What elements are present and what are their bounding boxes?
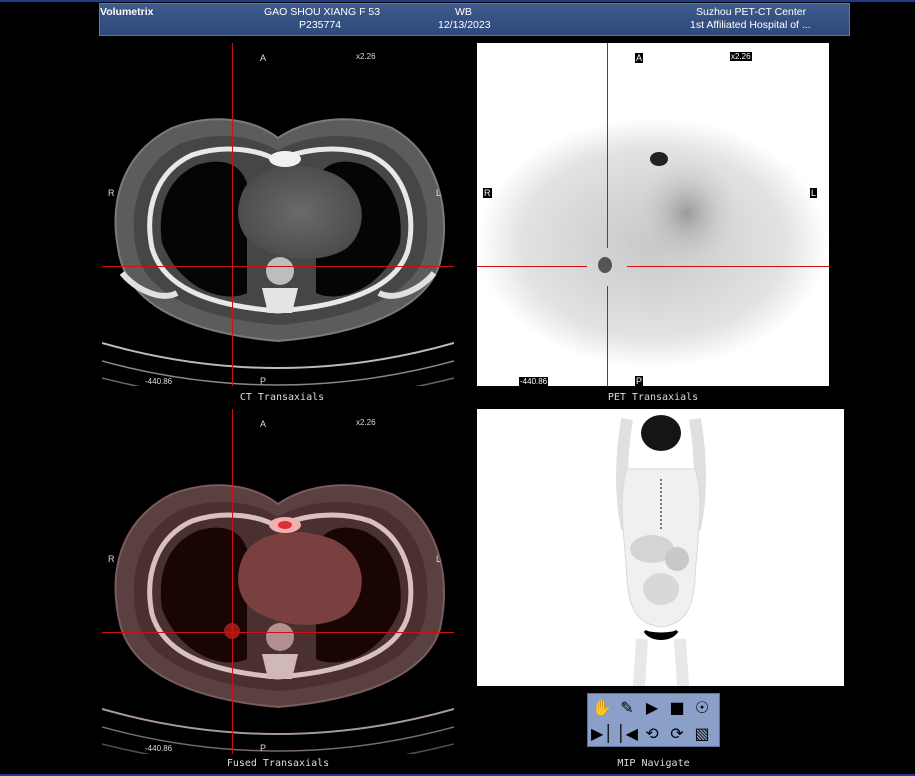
pet-viewport[interactable]: A P R L x2.26 -440.86: [477, 43, 829, 386]
hospital-name: 1st Affiliated Hospital of ...: [690, 19, 811, 31]
fused-viewport[interactable]: A P R L x2.26 -440.86: [102, 409, 454, 754]
hand-icon[interactable]: ✋: [590, 696, 614, 718]
pet-crosshair-vertical-bottom: [607, 286, 608, 386]
fused-orient-left: R: [108, 554, 115, 564]
fused-crosshair-horizontal: [102, 632, 454, 633]
play-icon[interactable]: ▶: [640, 696, 664, 718]
ct-zoom: x2.26: [356, 52, 376, 61]
step-prev-icon[interactable]: │◀: [615, 722, 639, 744]
fused-orient-top: A: [260, 419, 267, 429]
ct-image: [102, 118, 454, 386]
fused-zoom: x2.26: [356, 418, 376, 427]
pet-crosshair-vertical-top: [607, 43, 608, 248]
ct-viewport[interactable]: A P R L x2.26 -440.86: [102, 43, 454, 386]
navigation-control-panel: ✋ ✎ ▶ ■ ☉ ▶│ │◀ ⟲ ⟳ ▧: [587, 693, 720, 747]
scan-type: WB: [455, 6, 472, 18]
pet-zoom: x2.26: [730, 52, 752, 61]
pet-orient-top: A: [635, 53, 644, 63]
step-next-icon[interactable]: ▶│: [590, 722, 614, 744]
target-icon[interactable]: ☉: [690, 696, 714, 718]
ct-orient-left: R: [108, 188, 115, 198]
pet-orient-left: R: [483, 188, 492, 198]
mip-image: [616, 415, 706, 686]
ct-label: CT Transaxials: [239, 392, 325, 403]
pet-image: [478, 118, 828, 368]
fused-crosshair-vertical: [232, 409, 233, 754]
fused-orient-right: L: [436, 554, 442, 564]
ct-orient-bottom: P: [260, 376, 267, 386]
ct-level: -440.86: [145, 377, 173, 386]
fused-image: [102, 484, 454, 754]
patient-name: GAO SHOU XIANG F 53: [264, 6, 381, 18]
scan-date: 12/13/2023: [438, 19, 491, 31]
patient-header: Volumetrix GAO SHOU XIANG F 53 P235774 W…: [99, 3, 850, 36]
pet-crosshair-horizontal-right: [627, 266, 829, 267]
pet-label: PET Transaxials: [607, 392, 699, 403]
top-frame-line: [0, 0, 915, 2]
pet-crosshair-horizontal-left: [477, 266, 587, 267]
fused-level: -440.86: [145, 744, 173, 753]
export-icon[interactable]: ▧: [690, 722, 714, 744]
fused-label: Fused Transaxials: [226, 758, 330, 769]
ct-orient-top: A: [260, 53, 267, 63]
pet-orient-bottom: P: [635, 376, 644, 386]
ct-orient-right: L: [436, 188, 442, 198]
pet-level: -440.86: [519, 377, 549, 386]
brush-icon[interactable]: ✎: [615, 696, 639, 718]
fused-orient-bottom: P: [260, 743, 267, 753]
mip-label: MIP Navigate: [617, 758, 690, 769]
center-name: Suzhou PET-CT Center: [696, 6, 807, 18]
ct-crosshair-horizontal: [102, 266, 454, 267]
spiral-icon[interactable]: ⟳: [665, 722, 689, 744]
rotate-icon[interactable]: ⟲: [640, 722, 664, 744]
patient-id: P235774: [299, 19, 342, 31]
stop-icon[interactable]: ■: [665, 696, 689, 718]
ct-crosshair-vertical: [232, 43, 233, 386]
mip-viewport[interactable]: [477, 409, 844, 686]
app-name: Volumetrix: [100, 6, 154, 18]
pet-orient-right: L: [810, 188, 818, 198]
